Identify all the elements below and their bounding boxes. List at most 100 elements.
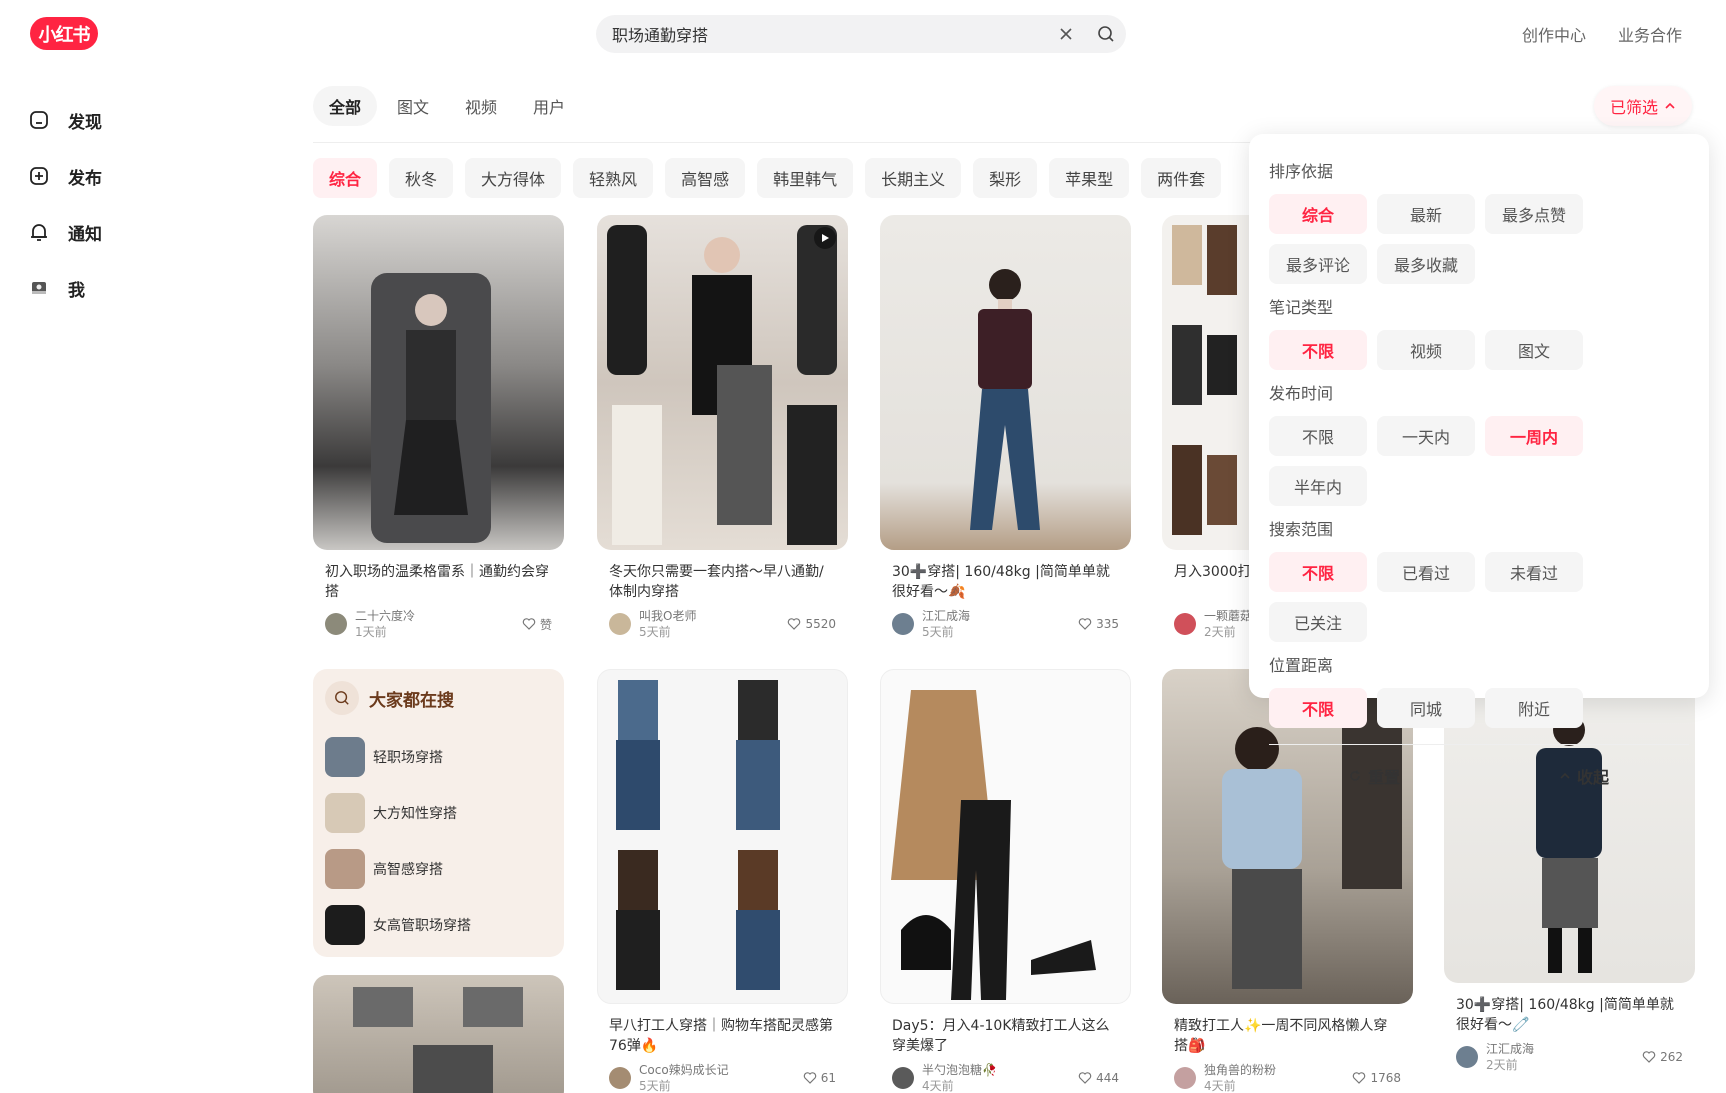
note-cover-image[interactable] [880, 215, 1131, 550]
popular-search-item[interactable]: 大方知性穿搭 [325, 785, 552, 841]
filter-option[interactable]: 视频 [1377, 330, 1475, 370]
filter-option[interactable]: 已看过 [1377, 552, 1475, 592]
like-button[interactable]: 赞 [522, 616, 552, 633]
filter-option[interactable]: 最多点赞 [1485, 194, 1583, 234]
author-name[interactable]: 一颗蘑菇 [1204, 608, 1252, 624]
sidebar-item-publish[interactable]: 发布 [28, 148, 208, 204]
filter-option[interactable]: 一天内 [1377, 416, 1475, 456]
filter-option[interactable]: 半年内 [1269, 466, 1367, 506]
filter-option[interactable]: 一周内 [1485, 416, 1583, 456]
sidebar-item-discover[interactable]: 发现 [28, 92, 208, 148]
chip[interactable]: 长期主义 [865, 158, 962, 198]
filter-panel: 排序依据 综合 最新 最多点赞 最多评论 最多收藏 笔记类型 不限 视频 图文 … [1249, 134, 1709, 787]
avatar[interactable] [892, 1067, 914, 1089]
search-bar[interactable]: 职场通勤穿搭 [596, 15, 1126, 53]
sidebar-item-notify[interactable]: 通知 [28, 204, 208, 260]
heart-icon [522, 618, 536, 630]
chip[interactable]: 轻熟风 [573, 158, 654, 198]
note-card[interactable]: 冬天你只需要一套内搭～早八通勤/体制内穿搭 叫我O老师 5天前 5520 [597, 215, 848, 640]
like-button[interactable]: 1768 [1352, 1071, 1401, 1085]
note-cover-image[interactable] [1162, 215, 1252, 550]
note-card[interactable]: 初入职场的温柔格雷系｜通勤约会穿搭 二十六度冷 1天前 赞 [313, 215, 564, 640]
chip[interactable]: 梨形 [973, 158, 1038, 198]
business-link[interactable]: 业务合作 [1618, 22, 1682, 46]
note-cover-image[interactable] [597, 215, 848, 550]
note-cover-image[interactable] [597, 669, 848, 1004]
avatar[interactable] [1174, 613, 1196, 635]
author-name[interactable]: 叫我O老师 [639, 608, 787, 624]
filter-option[interactable]: 附近 [1485, 688, 1583, 728]
like-count: 444 [1096, 1071, 1119, 1085]
like-button[interactable]: 444 [1078, 1071, 1119, 1085]
filter-option[interactable]: 未看过 [1485, 552, 1583, 592]
author-name[interactable]: 半勺泡泡糖🥀 [922, 1062, 1078, 1078]
note-title: 月入3000打工人穿搭分享 [1174, 564, 1252, 580]
like-button[interactable]: 5520 [787, 617, 836, 631]
note-card[interactable]: 精致打工人✨一周不同风格懒人穿搭🎒 独角兽的粉粉 4天前 1768 [1162, 669, 1413, 1093]
collapse-button[interactable]: 收起 [1479, 755, 1689, 797]
filter-option[interactable]: 最新 [1377, 194, 1475, 234]
author-name[interactable]: 二十六度冷 [355, 608, 522, 624]
avatar[interactable] [892, 613, 914, 635]
refresh-icon [1350, 770, 1360, 781]
filter-option[interactable]: 不限 [1269, 552, 1367, 592]
chip[interactable]: 综合 [313, 158, 378, 198]
like-button[interactable]: 335 [1078, 617, 1119, 631]
author-name[interactable]: Coco辣妈成长记 [639, 1062, 803, 1078]
post-time: 2天前 [1204, 625, 1236, 639]
chip[interactable]: 苹果型 [1049, 158, 1130, 198]
note-cover-image[interactable] [313, 215, 564, 550]
tab-all[interactable]: 全部 [313, 86, 378, 126]
like-button[interactable]: 262 [1642, 1050, 1683, 1064]
note-cover-image[interactable] [880, 669, 1131, 1004]
note-card[interactable]: Day5：月入4-10K精致打工人这么穿美爆了 半勺泡泡糖🥀 4天前 444 [880, 669, 1131, 1093]
popular-search-item[interactable]: 女高管职场穿搭 [325, 897, 552, 953]
sidebar-item-me[interactable]: 我 [28, 260, 208, 316]
chip[interactable]: 大方得体 [465, 158, 562, 198]
filter-option[interactable]: 综合 [1269, 194, 1367, 234]
filter-option[interactable]: 最多评论 [1269, 244, 1367, 284]
tab-image-text[interactable]: 图文 [381, 86, 445, 126]
avatar[interactable] [1456, 1046, 1478, 1068]
filter-option[interactable]: 图文 [1485, 330, 1583, 370]
note-title: 30➕穿搭| 160/48kg |简简单单就很好看～🧷 [1456, 997, 1674, 1033]
tab-users[interactable]: 用户 [517, 86, 581, 126]
search-input[interactable]: 职场通勤穿搭 [612, 22, 1046, 46]
note-cover-image[interactable] [313, 975, 564, 1093]
note-card[interactable]: 早八打工人穿搭｜购物车搭配灵感第76弹🔥 Coco辣妈成长记 5天前 61 [597, 669, 848, 1093]
note-card[interactable] [313, 975, 564, 1093]
popular-search-item[interactable]: 轻职场穿搭 [325, 729, 552, 785]
chip[interactable]: 高智感 [665, 158, 746, 198]
filter-option[interactable]: 最多收藏 [1377, 244, 1475, 284]
reset-button[interactable]: 重置 [1269, 755, 1479, 797]
filter-option[interactable]: 同城 [1377, 688, 1475, 728]
post-time: 4天前 [922, 1079, 954, 1093]
author-name[interactable]: 江汇成海 [922, 608, 1078, 624]
like-button[interactable]: 61 [803, 1071, 836, 1085]
avatar[interactable] [609, 1067, 631, 1089]
filter-option[interactable]: 已关注 [1269, 602, 1367, 642]
note-card[interactable]: 月入3000打工人穿搭分享 一颗蘑菇2天前 [1162, 215, 1252, 640]
avatar[interactable] [325, 613, 347, 635]
filter-divider [1269, 744, 1689, 745]
popular-search-item[interactable]: 高智感穿搭 [325, 841, 552, 897]
author-name[interactable]: 独角兽的粉粉 [1204, 1062, 1352, 1078]
note-card[interactable]: 30➕穿搭| 160/48kg |简简单单就很好看～🍂 江汇成海 5天前 335 [880, 215, 1131, 640]
creator-center-link[interactable]: 创作中心 [1522, 22, 1586, 46]
filter-toggle-button[interactable]: 已筛选 [1594, 86, 1693, 126]
filter-option[interactable]: 不限 [1269, 416, 1367, 456]
logo[interactable]: 小红书 [30, 17, 98, 50]
search-scope-options: 不限 已看过 未看过 已关注 [1269, 552, 1689, 642]
avatar[interactable] [1174, 1067, 1196, 1089]
clear-icon[interactable] [1046, 15, 1086, 53]
tab-video[interactable]: 视频 [449, 86, 513, 126]
chip[interactable]: 两件套 [1141, 158, 1222, 198]
chip[interactable]: 秋冬 [389, 158, 454, 198]
author-name[interactable]: 江汇成海 [1486, 1041, 1642, 1057]
chip[interactable]: 韩里韩气 [757, 158, 854, 198]
avatar[interactable] [609, 613, 631, 635]
filter-option[interactable]: 不限 [1269, 688, 1367, 728]
filter-option[interactable]: 不限 [1269, 330, 1367, 370]
search-icon[interactable] [1086, 15, 1126, 53]
filter-label: 已筛选 [1610, 98, 1659, 117]
